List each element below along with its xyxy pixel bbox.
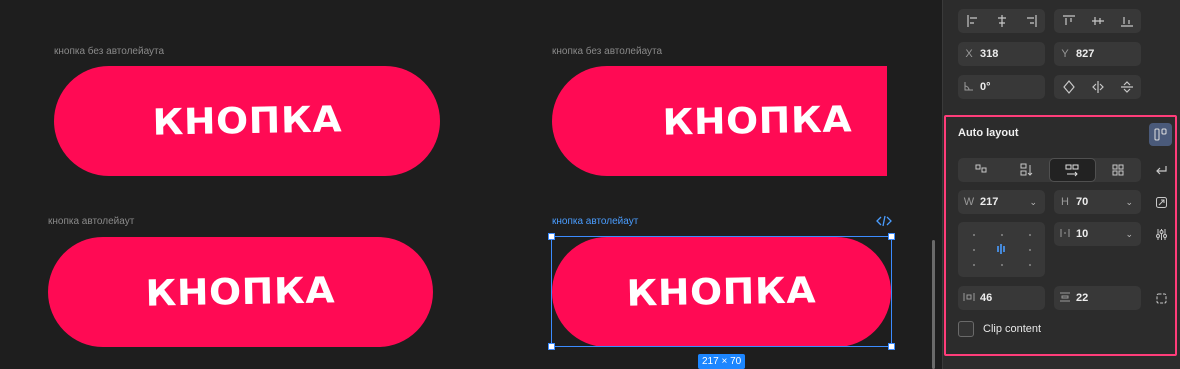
auto-layout-title: Auto layout bbox=[958, 127, 1019, 139]
align-right-icon[interactable] bbox=[1016, 9, 1045, 33]
rotation-icon bbox=[958, 81, 980, 94]
frame-label[interactable]: кнопка без автолейаута bbox=[54, 46, 164, 57]
grid-layout-icon[interactable] bbox=[1096, 158, 1141, 182]
code-icon[interactable] bbox=[876, 214, 892, 228]
individual-padding-icon[interactable] bbox=[1152, 289, 1170, 307]
chevron-down-icon[interactable]: ⌄ bbox=[1029, 197, 1037, 208]
chevron-down-icon[interactable]: ⌄ bbox=[1125, 229, 1133, 240]
button-text: КНОПКА bbox=[661, 98, 853, 144]
align-dot[interactable] bbox=[973, 234, 975, 236]
height-value: 70 bbox=[1076, 196, 1089, 208]
layout-direction-group bbox=[958, 158, 1141, 182]
resize-constraints-icon[interactable] bbox=[1152, 193, 1170, 211]
width-label: W bbox=[963, 196, 975, 208]
resize-handle-top-left[interactable] bbox=[548, 233, 555, 240]
transform-group bbox=[1054, 75, 1141, 99]
gap-icon bbox=[1054, 228, 1076, 241]
chevron-down-icon[interactable]: ⌄ bbox=[1125, 197, 1133, 208]
align-dot[interactable] bbox=[1029, 234, 1031, 236]
height-field[interactable]: H 70 ⌄ bbox=[1054, 190, 1141, 214]
frame-label[interactable]: кнопка автолейаут bbox=[48, 216, 134, 227]
align-dot[interactable] bbox=[1029, 249, 1031, 251]
frame-label-selected[interactable]: кнопка автолейаут bbox=[552, 216, 638, 227]
rotate-90-icon[interactable] bbox=[1054, 75, 1083, 99]
x-label: X bbox=[965, 48, 973, 60]
gap-value: 10 bbox=[1076, 228, 1089, 240]
align-bottom-icon[interactable] bbox=[1112, 9, 1141, 33]
x-position-field[interactable]: X 318 bbox=[958, 42, 1045, 66]
vertical-padding-value: 22 bbox=[1076, 292, 1089, 304]
frame-label[interactable]: кнопка без автолейаута bbox=[552, 46, 662, 57]
align-dot[interactable] bbox=[1001, 264, 1003, 266]
design-canvas[interactable]: кнопка без автолейаута КНОПКА кнопка без… bbox=[0, 0, 942, 369]
align-dot[interactable] bbox=[973, 264, 975, 266]
resize-handle-top-right[interactable] bbox=[888, 233, 895, 240]
clip-content-checkbox[interactable] bbox=[958, 321, 974, 337]
resize-handle-bottom-right[interactable] bbox=[888, 343, 895, 350]
wrap-layout-icon[interactable] bbox=[958, 158, 1003, 182]
canvas-scrollbar[interactable] bbox=[932, 240, 935, 369]
horizontal-layout-icon[interactable] bbox=[1048, 158, 1096, 182]
selection-box bbox=[551, 236, 892, 347]
rotation-value: 0° bbox=[980, 81, 991, 93]
vertical-align-group bbox=[1054, 9, 1141, 33]
width-field[interactable]: W 217 ⌄ bbox=[958, 190, 1045, 214]
vertical-padding-field[interactable]: 22 bbox=[1054, 286, 1141, 310]
y-value: 827 bbox=[1076, 48, 1095, 60]
align-dot[interactable] bbox=[1001, 234, 1003, 236]
align-dot[interactable] bbox=[973, 249, 975, 251]
vertical-padding-icon bbox=[1054, 292, 1076, 305]
horizontal-padding-value: 46 bbox=[980, 292, 993, 304]
horizontal-align-group bbox=[958, 9, 1045, 33]
align-center-h-icon[interactable] bbox=[987, 9, 1016, 33]
selection-size-badge: 217 × 70 bbox=[698, 354, 746, 369]
button-frame-no-autolayout-clipped[interactable]: КНОПКА bbox=[552, 66, 887, 176]
y-position-field[interactable]: Y 827 bbox=[1054, 42, 1141, 66]
align-top-icon[interactable] bbox=[1054, 9, 1083, 33]
vertical-layout-icon[interactable] bbox=[1003, 158, 1048, 182]
align-left-icon[interactable] bbox=[958, 9, 987, 33]
rotation-field[interactable]: 0° bbox=[958, 75, 1045, 99]
button-text: КНОПКА bbox=[145, 269, 336, 315]
advanced-settings-icon[interactable] bbox=[1152, 225, 1170, 243]
gap-field[interactable]: 10 ⌄ bbox=[1054, 222, 1141, 246]
button-frame-autolayout[interactable]: КНОПКА bbox=[48, 237, 433, 347]
clip-content-label[interactable]: Clip content bbox=[983, 323, 1041, 335]
auto-layout-toggle-icon[interactable] bbox=[1149, 123, 1172, 146]
flip-horizontal-icon[interactable] bbox=[1083, 75, 1112, 99]
alignment-grid[interactable] bbox=[958, 222, 1045, 277]
horizontal-padding-field[interactable]: 46 bbox=[958, 286, 1045, 310]
resize-handle-bottom-left[interactable] bbox=[548, 343, 555, 350]
flip-vertical-icon[interactable] bbox=[1112, 75, 1141, 99]
height-label: H bbox=[1061, 196, 1069, 208]
horizontal-padding-icon bbox=[958, 292, 980, 305]
button-frame-no-autolayout[interactable]: КНОПКА bbox=[54, 66, 440, 176]
y-label: Y bbox=[1061, 48, 1069, 60]
align-dot[interactable] bbox=[1029, 264, 1031, 266]
align-middle-icon[interactable] bbox=[1083, 9, 1112, 33]
width-value: 217 bbox=[980, 196, 999, 208]
align-center-indicator-icon bbox=[997, 244, 1005, 254]
x-value: 318 bbox=[980, 48, 999, 60]
button-text: КНОПКА bbox=[151, 98, 343, 144]
wrap-return-icon[interactable] bbox=[1152, 161, 1170, 179]
